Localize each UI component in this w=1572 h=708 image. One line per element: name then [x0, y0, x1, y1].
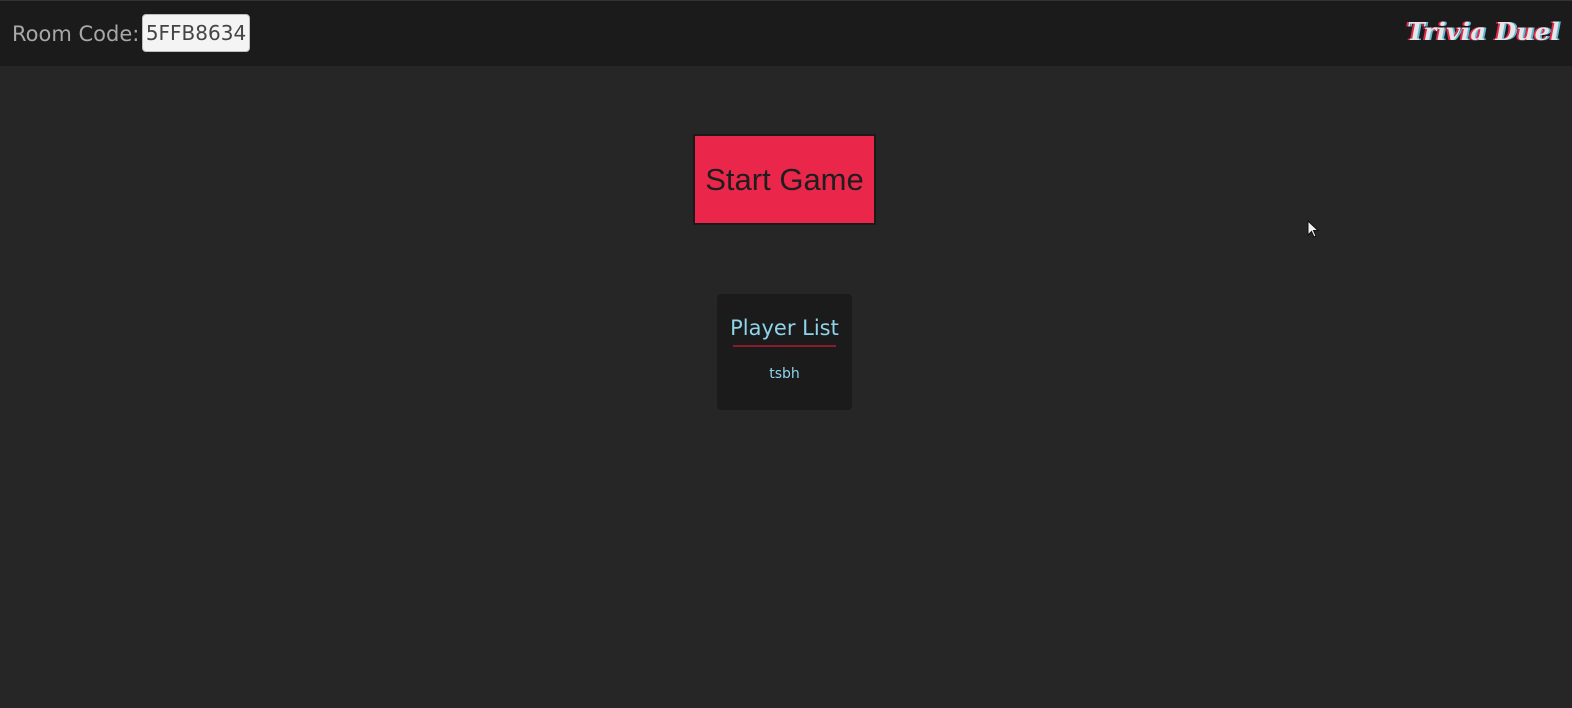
top-bar: Room Code: Trivia Duel — [0, 0, 1572, 66]
start-game-button[interactable]: Start Game — [693, 134, 876, 225]
player-list-divider — [733, 345, 836, 347]
app-logo: Trivia Duel — [1407, 17, 1560, 46]
player-list-panel: Player List tsbh — [717, 294, 852, 410]
room-code-field[interactable] — [142, 14, 250, 52]
player-list-item: tsbh — [769, 366, 800, 382]
room-code-label: Room Code: — [12, 22, 140, 46]
mouse-cursor-icon — [1307, 220, 1320, 238]
player-list-title: Player List — [730, 316, 839, 340]
